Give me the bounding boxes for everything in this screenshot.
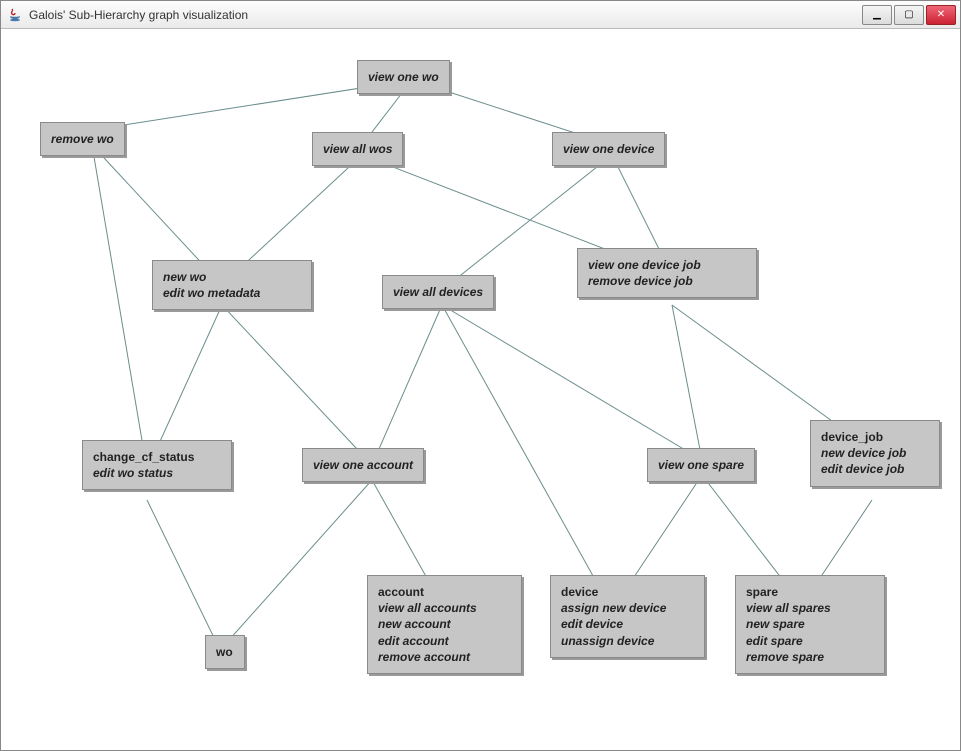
node-spare[interactable]: spare view all spares new spare edit spa… [735, 575, 885, 674]
node-label: view all wos [323, 141, 392, 157]
node-new-wo[interactable]: new wo edit wo metadata [152, 260, 312, 310]
node-label: assign new device [561, 600, 694, 616]
node-label: edit device job [821, 461, 929, 477]
node-label: remove spare [746, 649, 874, 665]
node-device-job[interactable]: device_job new device job edit device jo… [810, 420, 940, 487]
node-label: view all accounts [378, 600, 511, 616]
node-label: edit spare [746, 633, 874, 649]
node-label: new device job [821, 445, 929, 461]
node-label: edit device [561, 616, 694, 632]
node-title: change_cf_status [93, 450, 194, 464]
node-label: edit wo metadata [163, 285, 301, 301]
maximize-button[interactable]: ▢ [894, 5, 924, 25]
node-label: view all devices [393, 284, 483, 300]
node-view-one-device[interactable]: view one device [552, 132, 665, 166]
node-view-one-account[interactable]: view one account [302, 448, 424, 482]
node-remove-wo[interactable]: remove wo [40, 122, 125, 156]
node-title: wo [216, 645, 233, 659]
node-view-one-spare[interactable]: view one spare [647, 448, 755, 482]
titlebar: Galois' Sub-Hierarchy graph visualizatio… [1, 1, 960, 29]
node-view-one-wo[interactable]: view one wo [357, 60, 450, 94]
node-label: view one wo [368, 69, 439, 85]
node-view-one-device-job[interactable]: view one device job remove device job [577, 248, 757, 298]
app-window: Galois' Sub-Hierarchy graph visualizatio… [0, 0, 961, 751]
minimize-button[interactable]: ▁ [862, 5, 892, 25]
node-account[interactable]: account view all accounts new account ed… [367, 575, 522, 674]
close-button[interactable]: ✕ [926, 5, 956, 25]
node-label: view one device [563, 141, 654, 157]
node-label: new wo [163, 269, 301, 285]
node-title: device [561, 585, 598, 599]
maximize-icon: ▢ [904, 10, 913, 20]
graph-canvas[interactable]: view one wo remove wo view all wos view … [2, 30, 959, 749]
node-label: view one device job [588, 257, 746, 273]
window-controls: ▁ ▢ ✕ [862, 5, 956, 25]
node-wo[interactable]: wo [205, 635, 245, 669]
node-label: remove wo [51, 131, 114, 147]
node-label: new spare [746, 616, 874, 632]
node-label: edit account [378, 633, 511, 649]
node-view-all-devices[interactable]: view all devices [382, 275, 494, 309]
node-label: remove device job [588, 273, 746, 289]
node-change-cf-status[interactable]: change_cf_status edit wo status [82, 440, 232, 490]
node-title: account [378, 585, 424, 599]
node-label: view one spare [658, 457, 744, 473]
window-title: Galois' Sub-Hierarchy graph visualizatio… [29, 8, 862, 22]
node-title: spare [746, 585, 778, 599]
node-title: device_job [821, 430, 883, 444]
node-label: view one account [313, 457, 413, 473]
node-device[interactable]: device assign new device edit device una… [550, 575, 705, 658]
minimize-icon: ▁ [873, 10, 881, 20]
java-icon [7, 7, 23, 23]
node-label: remove account [378, 649, 511, 665]
close-icon: ✕ [937, 10, 945, 20]
node-label: new account [378, 616, 511, 632]
node-label: unassign device [561, 633, 694, 649]
node-label: view all spares [746, 600, 874, 616]
node-label: edit wo status [93, 465, 221, 481]
node-view-all-wos[interactable]: view all wos [312, 132, 403, 166]
